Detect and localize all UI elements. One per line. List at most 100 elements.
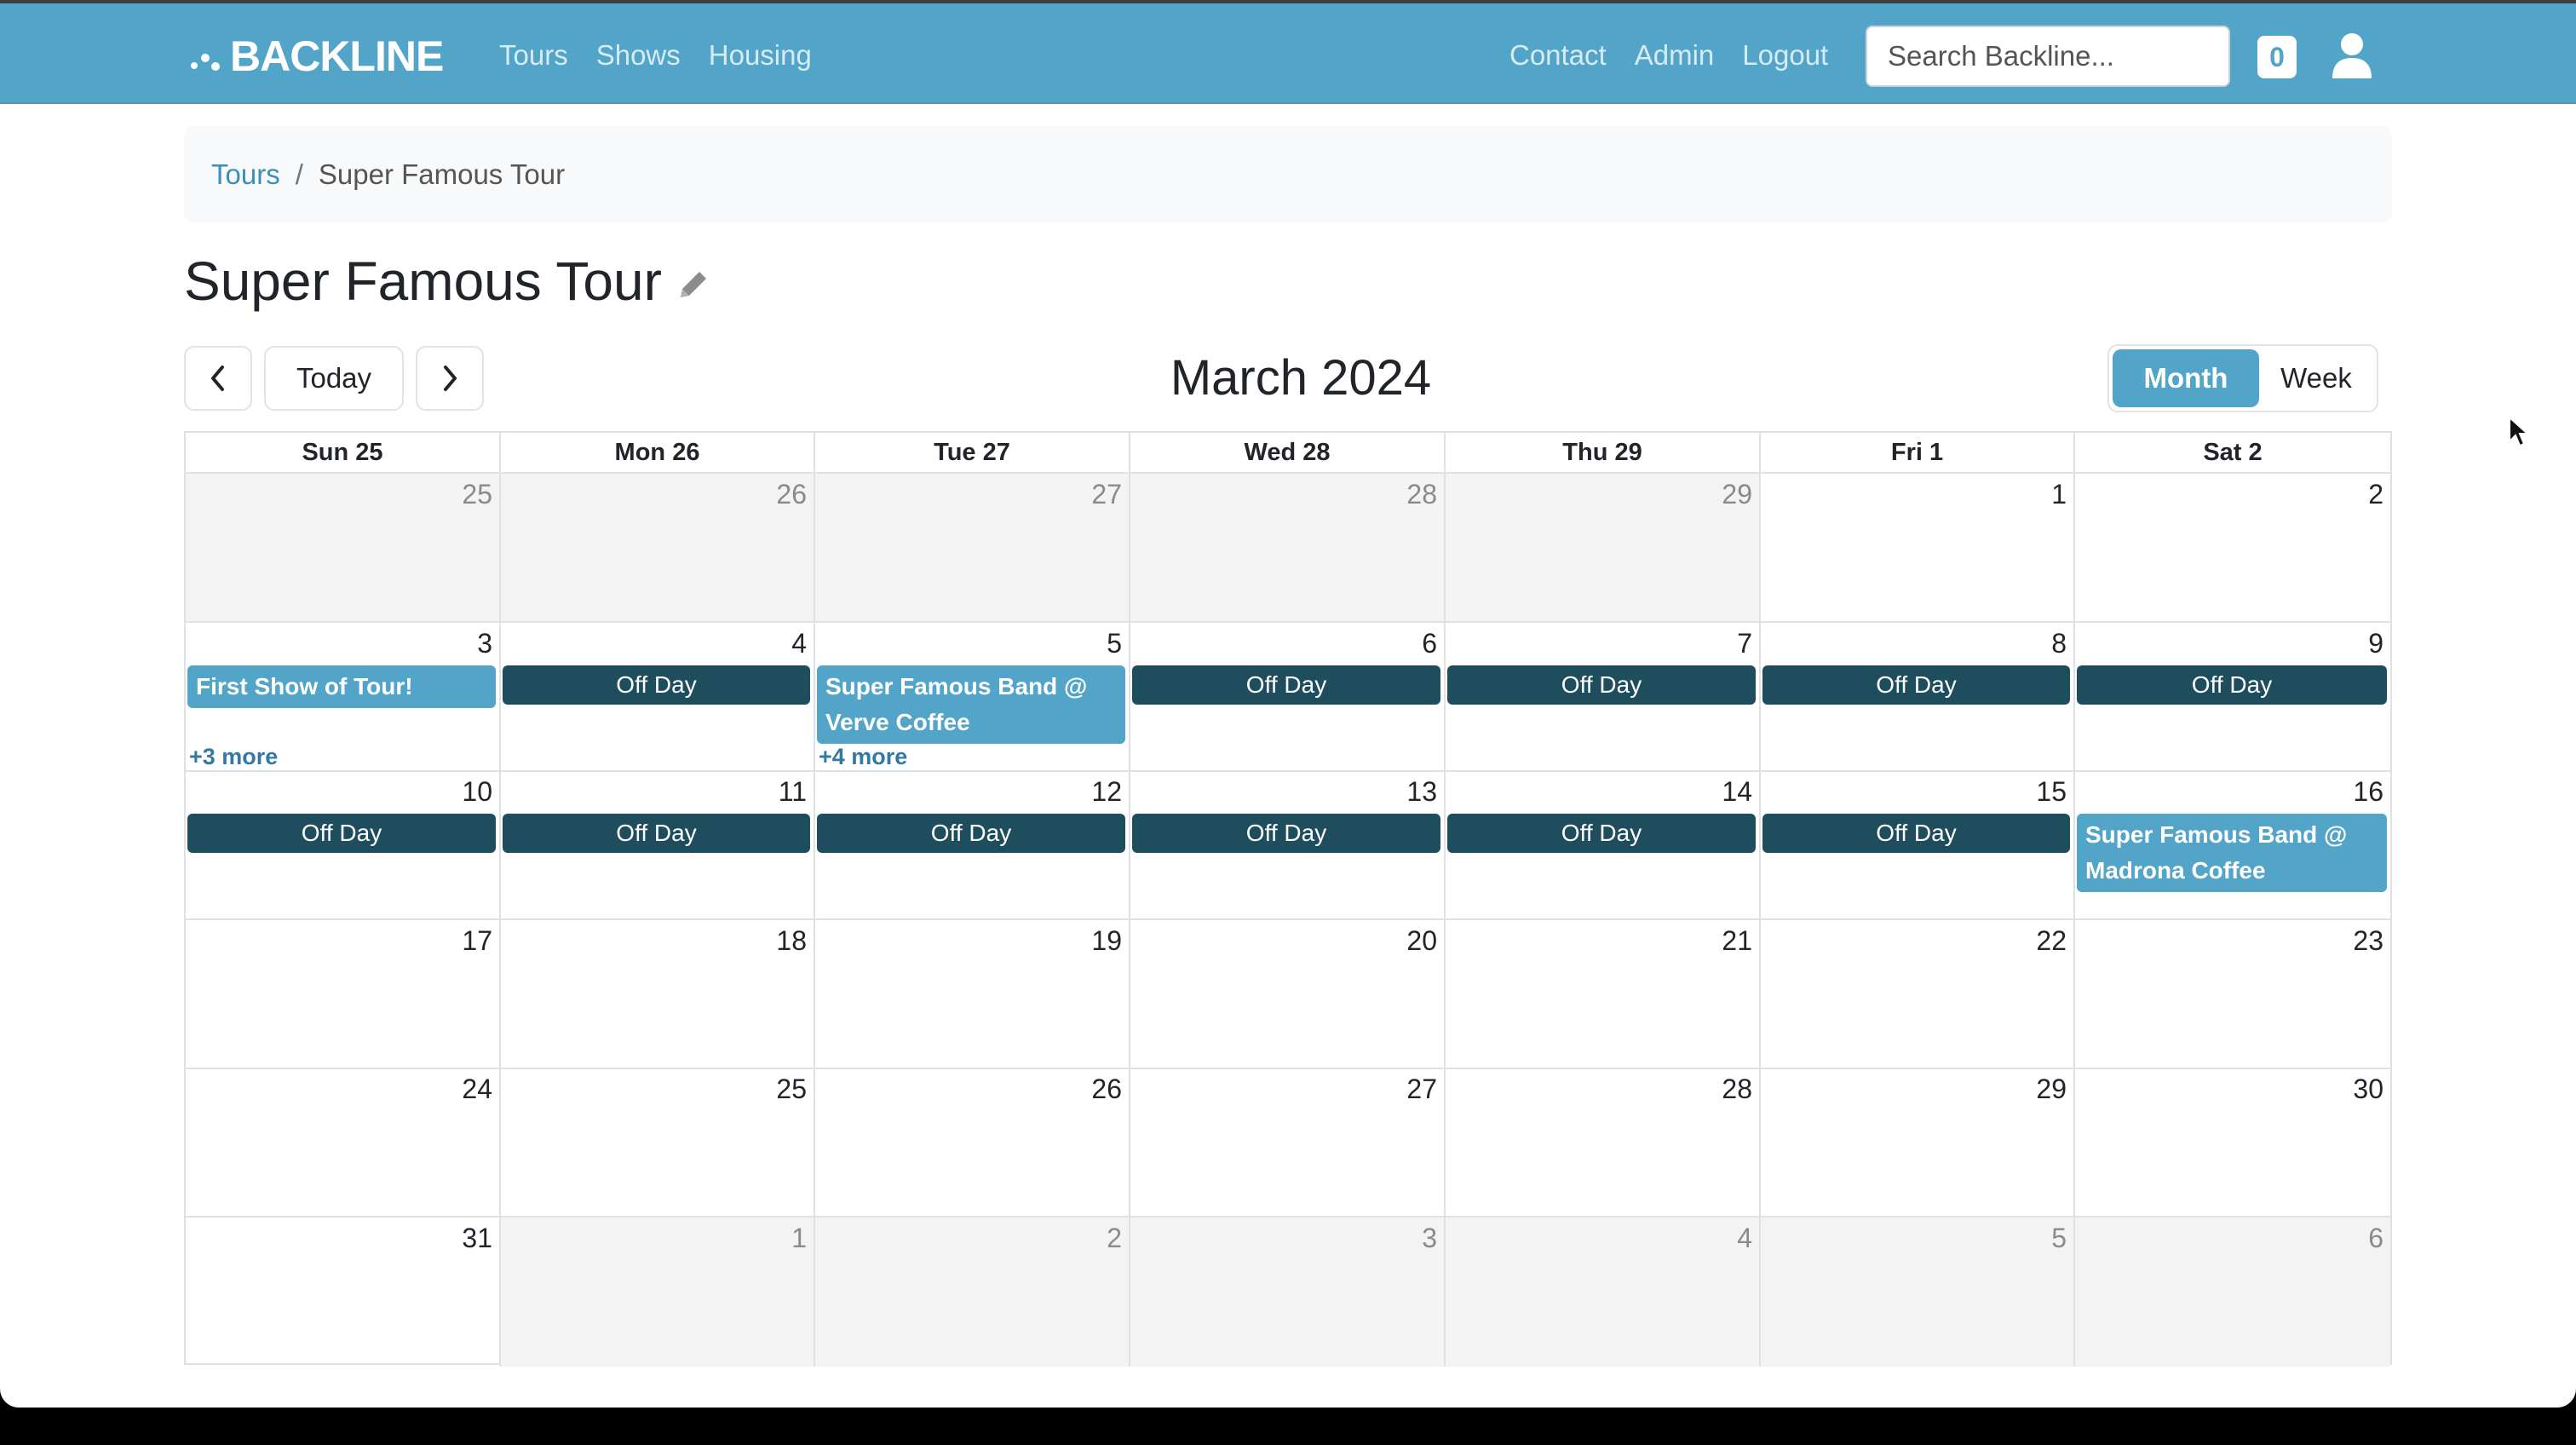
calendar-day-cell[interactable]: 31	[186, 1218, 501, 1367]
show-event[interactable]: Super Famous Band @ Madrona Coffee	[2077, 814, 2387, 892]
day-number[interactable]: 26	[1091, 1074, 1122, 1105]
off-day-event[interactable]: Off Day	[1132, 814, 1440, 853]
show-event[interactable]: Super Famous Band @ Verve Coffee	[817, 665, 1125, 744]
calendar-day-cell[interactable]: 14 Off Day	[1446, 771, 1761, 920]
calendar-day-cell[interactable]: 6	[2075, 1218, 2390, 1367]
day-number[interactable]: 3	[1422, 1223, 1437, 1254]
day-number[interactable]: 24	[462, 1074, 492, 1105]
calendar-day-cell[interactable]: 7 Off Day	[1446, 623, 1761, 772]
calendar-day-cell[interactable]: 28	[1446, 1068, 1761, 1218]
day-number[interactable]: 19	[1091, 925, 1122, 957]
calendar-day-cell[interactable]: 4	[1446, 1218, 1761, 1367]
day-number[interactable]: 3	[477, 628, 492, 659]
calendar-day-cell[interactable]: 11 Off Day	[501, 771, 815, 920]
more-events-link[interactable]: +4 more	[819, 744, 907, 770]
day-number[interactable]: 4	[791, 628, 807, 659]
day-number[interactable]: 25	[462, 479, 492, 510]
day-number[interactable]: 15	[2036, 776, 2067, 808]
calendar-day-cell[interactable]: 27	[1130, 1068, 1446, 1218]
calendar-day-cell[interactable]: 22	[1761, 920, 2075, 1069]
day-number[interactable]: 29	[2036, 1074, 2067, 1105]
next-month-button[interactable]	[416, 346, 484, 411]
day-number[interactable]: 22	[2036, 925, 2067, 957]
calendar-day-cell[interactable]: 1	[1761, 474, 2075, 623]
calendar-day-cell[interactable]: 19	[815, 920, 1130, 1069]
calendar-day-cell[interactable]: 30	[2075, 1068, 2390, 1218]
calendar-day-cell[interactable]: 2	[815, 1218, 1130, 1367]
day-number[interactable]: 5	[1107, 628, 1122, 659]
edit-pencil-icon[interactable]	[674, 265, 713, 304]
day-number[interactable]: 31	[462, 1223, 492, 1254]
day-number[interactable]: 10	[462, 776, 492, 808]
off-day-event[interactable]: Off Day	[1762, 814, 2070, 853]
calendar-day-cell[interactable]: 26	[501, 474, 815, 623]
more-events-link[interactable]: +3 more	[189, 744, 278, 770]
calendar-day-cell[interactable]: 20	[1130, 920, 1446, 1069]
nav-admin[interactable]: Admin	[1635, 29, 1715, 82]
calendar-day-cell[interactable]: 27	[815, 474, 1130, 623]
day-number[interactable]: 13	[1406, 776, 1437, 808]
off-day-event[interactable]: Off Day	[1447, 665, 1756, 705]
day-number[interactable]: 4	[1737, 1223, 1752, 1254]
calendar-day-cell[interactable]: 3	[1130, 1218, 1446, 1367]
day-number[interactable]: 9	[2368, 628, 2383, 659]
calendar-day-cell[interactable]: 29	[1446, 474, 1761, 623]
day-number[interactable]: 26	[776, 479, 807, 510]
calendar-day-cell[interactable]: 12 Off Day	[815, 771, 1130, 920]
calendar-day-cell[interactable]: 18	[501, 920, 815, 1069]
nav-logout[interactable]: Logout	[1742, 29, 1828, 82]
day-number[interactable]: 18	[776, 925, 807, 957]
day-number[interactable]: 27	[1406, 1074, 1437, 1105]
calendar-day-cell[interactable]: 25	[186, 474, 501, 623]
calendar-day-cell[interactable]: 4 Off Day	[501, 623, 815, 772]
calendar-day-cell[interactable]: 3 First Show of Tour! +3 more	[186, 623, 501, 772]
nav-housing[interactable]: Housing	[709, 29, 812, 82]
off-day-event[interactable]: Off Day	[187, 814, 496, 853]
day-number[interactable]: 28	[1406, 479, 1437, 510]
day-number[interactable]: 17	[462, 925, 492, 957]
calendar-day-cell[interactable]: 5	[1761, 1218, 2075, 1367]
calendar-day-cell[interactable]: 23	[2075, 920, 2390, 1069]
day-number[interactable]: 1	[2051, 479, 2067, 510]
day-number[interactable]: 2	[1107, 1223, 1122, 1254]
day-number[interactable]: 7	[1737, 628, 1752, 659]
day-number[interactable]: 30	[2353, 1074, 2383, 1105]
off-day-event[interactable]: Off Day	[817, 814, 1125, 853]
day-number[interactable]: 27	[1091, 479, 1122, 510]
prev-month-button[interactable]	[184, 346, 252, 411]
calendar-day-cell[interactable]: 16 Super Famous Band @ Madrona Coffee	[2075, 771, 2390, 920]
show-event[interactable]: First Show of Tour!	[187, 665, 496, 708]
day-number[interactable]: 20	[1406, 925, 1437, 957]
nav-contact[interactable]: Contact	[1509, 29, 1607, 82]
month-view-button[interactable]: Month	[2113, 349, 2259, 407]
calendar-day-cell[interactable]: 17	[186, 920, 501, 1069]
nav-tours[interactable]: Tours	[499, 29, 568, 82]
calendar-day-cell[interactable]: 15 Off Day	[1761, 771, 2075, 920]
day-number[interactable]: 11	[779, 776, 807, 808]
day-number[interactable]: 2	[2368, 479, 2383, 510]
calendar-day-cell[interactable]: 1	[501, 1218, 815, 1367]
calendar-day-cell[interactable]: 6 Off Day	[1130, 623, 1446, 772]
day-number[interactable]: 21	[1722, 925, 1752, 957]
day-number[interactable]: 8	[2051, 628, 2067, 659]
day-number[interactable]: 14	[1722, 776, 1752, 808]
off-day-event[interactable]: Off Day	[1132, 665, 1440, 705]
calendar-day-cell[interactable]: 9 Off Day	[2075, 623, 2390, 772]
calendar-day-cell[interactable]: 26	[815, 1068, 1130, 1218]
off-day-event[interactable]: Off Day	[1762, 665, 2070, 705]
day-number[interactable]: 25	[776, 1074, 807, 1105]
calendar-day-cell[interactable]: 8 Off Day	[1761, 623, 2075, 772]
off-day-event[interactable]: Off Day	[503, 665, 810, 705]
calendar-day-cell[interactable]: 29	[1761, 1068, 2075, 1218]
day-number[interactable]: 29	[1722, 479, 1752, 510]
calendar-day-cell[interactable]: 24	[186, 1068, 501, 1218]
calendar-day-cell[interactable]: 5 Super Famous Band @ Verve Coffee +4 more	[815, 623, 1130, 772]
calendar-day-cell[interactable]: 10 Off Day	[186, 771, 501, 920]
calendar-day-cell[interactable]: 25	[501, 1068, 815, 1218]
off-day-event[interactable]: Off Day	[1447, 814, 1756, 853]
calendar-day-cell[interactable]: 28	[1130, 474, 1446, 623]
day-number[interactable]: 5	[2051, 1223, 2067, 1254]
off-day-event[interactable]: Off Day	[2077, 665, 2387, 705]
notification-badge[interactable]: 0	[2257, 36, 2297, 78]
today-button[interactable]: Today	[264, 346, 404, 411]
